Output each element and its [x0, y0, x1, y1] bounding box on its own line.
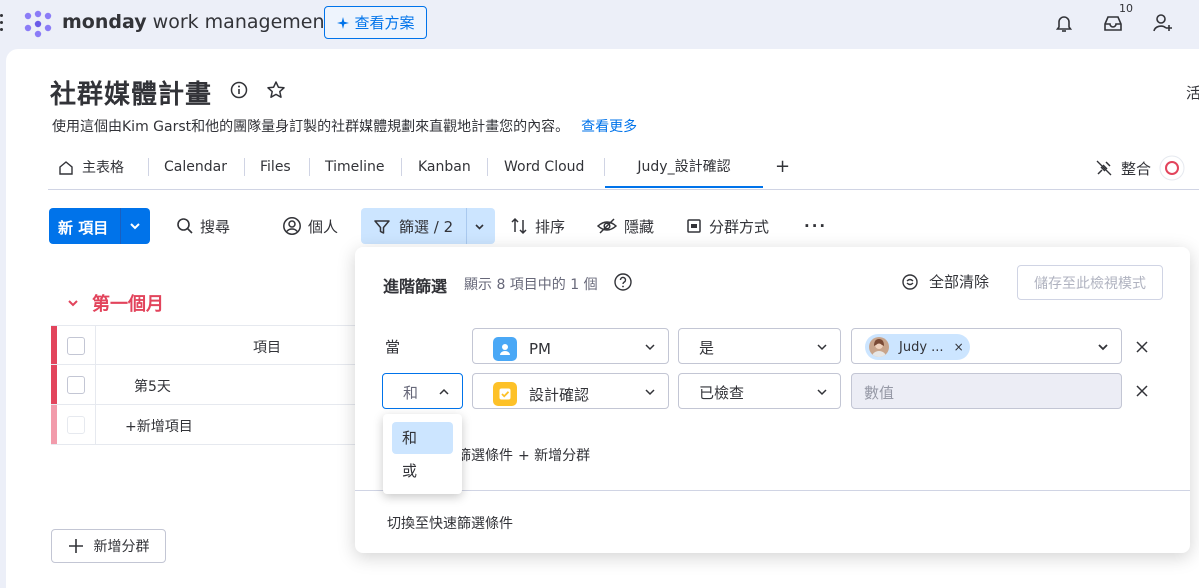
tab-kanban[interactable]: Kanban: [418, 148, 471, 188]
people-column-icon: [493, 337, 517, 361]
chevron-down-icon: [645, 389, 655, 396]
group-header[interactable]: 第一個月: [66, 290, 164, 316]
inbox-count-badge: 10: [1117, 2, 1135, 15]
select-all-checkbox[interactable]: [67, 337, 85, 355]
checkbox-column-icon: [493, 382, 517, 406]
chevron-down-icon: [817, 389, 827, 396]
integration-app-icon: [1159, 155, 1185, 181]
tab-timeline[interactable]: Timeline: [325, 148, 385, 188]
chevron-down-icon: [1098, 344, 1108, 351]
row-checkbox: [67, 416, 85, 434]
column-select-design-check[interactable]: 設計確認: [472, 373, 669, 409]
row-checkbox[interactable]: [67, 376, 85, 394]
column-header-item: 項目: [253, 340, 281, 356]
top-bar: monday work management 查看方案 10: [0, 0, 1199, 48]
help-icon[interactable]: [613, 272, 633, 292]
tab-main-table[interactable]: 主表格: [58, 148, 124, 188]
board-description: 使用這個由Kim Garst和他的團隊量身訂製的社群媒體規劃來直觀地計畫您的內容…: [52, 119, 638, 135]
see-more-link[interactable]: 查看更多: [581, 119, 637, 135]
chevron-up-icon: [439, 388, 449, 395]
condition-select-is[interactable]: 是: [678, 328, 841, 364]
clear-all-button[interactable]: 全部清除: [901, 271, 989, 292]
avatar: [869, 337, 889, 357]
add-filter-condition-button[interactable]: 篩選條件: [457, 445, 513, 465]
value-select-person[interactable]: Judy ... ×: [851, 328, 1122, 364]
group-by-button[interactable]: 分群方式: [685, 208, 769, 244]
person-icon: [283, 217, 301, 235]
person-chip[interactable]: Judy ... ×: [865, 334, 970, 360]
chevron-down-icon[interactable]: [66, 296, 80, 310]
bell-icon[interactable]: [1053, 12, 1075, 34]
remove-condition-icon[interactable]: [1135, 384, 1149, 398]
remove-condition-icon[interactable]: [1135, 340, 1149, 354]
sparkle-icon: [337, 16, 350, 29]
when-label: 當: [385, 338, 401, 356]
group-by-icon: [687, 219, 701, 233]
menu-item-or[interactable]: 或: [392, 455, 453, 487]
chevron-down-icon: [645, 344, 655, 351]
tab-judy-design-check[interactable]: Judy_設計確認: [605, 148, 763, 188]
chevron-down-icon[interactable]: [473, 220, 486, 233]
view-tabs: 主表格 Calendar Files Timeline Kanban Word …: [48, 148, 1199, 190]
more-options-icon[interactable]: ···: [804, 208, 827, 244]
add-group-button[interactable]: 新增分群: [51, 529, 166, 563]
chevron-down-icon[interactable]: [128, 219, 142, 233]
brand-name: monday work management: [62, 11, 332, 33]
star-icon[interactable]: [266, 80, 286, 100]
activity-button-partial[interactable]: 活: [1186, 82, 1199, 103]
plus-icon: [68, 539, 83, 553]
menu-grip-icon[interactable]: [0, 14, 4, 32]
invite-user-icon[interactable]: [1152, 12, 1174, 34]
search-icon: [177, 218, 193, 234]
tab-word-cloud[interactable]: Word Cloud: [504, 148, 584, 188]
filter-results-count: 顯示 8 項目中的 1 個: [464, 277, 598, 293]
filter-button[interactable]: 篩選 / 2: [361, 208, 495, 244]
condition-select-checked[interactable]: 已檢查: [678, 373, 841, 409]
chevron-down-icon: [817, 344, 827, 351]
board-title[interactable]: 社群媒體計畫: [50, 74, 212, 111]
new-item-button[interactable]: 新 項目: [49, 208, 150, 244]
add-filter-group-button[interactable]: + 新增分群: [518, 445, 590, 465]
person-filter-button[interactable]: 個人: [282, 208, 338, 244]
tab-calendar[interactable]: Calendar: [164, 148, 227, 188]
advanced-filter-panel: 進階篩選 顯示 8 項目中的 1 個 全部清除 儲存至此檢視模式 當 PM 是 …: [355, 247, 1190, 553]
remove-chip-icon[interactable]: ×: [954, 340, 964, 354]
sort-button[interactable]: 排序: [509, 208, 565, 244]
see-plans-button[interactable]: 查看方案: [324, 6, 427, 39]
tab-files[interactable]: Files: [260, 148, 291, 188]
add-view-button[interactable]: +: [775, 148, 790, 188]
eye-off-icon: [596, 218, 618, 234]
switch-to-quick-filters-link[interactable]: 切換至快速篩選條件: [387, 513, 513, 533]
plug-icon: [1096, 160, 1112, 176]
sort-icon: [511, 217, 527, 235]
item-name[interactable]: 第5天: [134, 376, 171, 396]
filter-panel-title: 進階篩選: [383, 277, 448, 296]
table-header-row: 項目: [51, 325, 361, 366]
info-icon[interactable]: [230, 81, 248, 99]
save-to-view-button[interactable]: 儲存至此檢視模式: [1017, 265, 1163, 300]
inbox-icon[interactable]: [1102, 12, 1124, 34]
connector-select[interactable]: 和: [382, 373, 463, 409]
connector-dropdown-menu: 和 或: [383, 414, 462, 494]
value-input-disabled: 數值: [851, 373, 1122, 409]
clear-filter-icon: [902, 273, 918, 290]
search-button[interactable]: 搜尋: [176, 208, 230, 244]
table-row[interactable]: 第5天: [51, 365, 361, 405]
home-icon: [59, 161, 73, 175]
hide-columns-button[interactable]: 隱藏: [596, 208, 654, 244]
filter-icon: [374, 219, 390, 234]
column-select-pm[interactable]: PM: [472, 328, 669, 364]
add-item-input[interactable]: +新增項目: [125, 416, 193, 436]
monday-logo-icon: [24, 10, 52, 38]
add-item-row[interactable]: +新增項目: [51, 405, 361, 445]
menu-item-and[interactable]: 和: [392, 422, 453, 454]
integrate-button[interactable]: 整合: [1095, 155, 1185, 181]
